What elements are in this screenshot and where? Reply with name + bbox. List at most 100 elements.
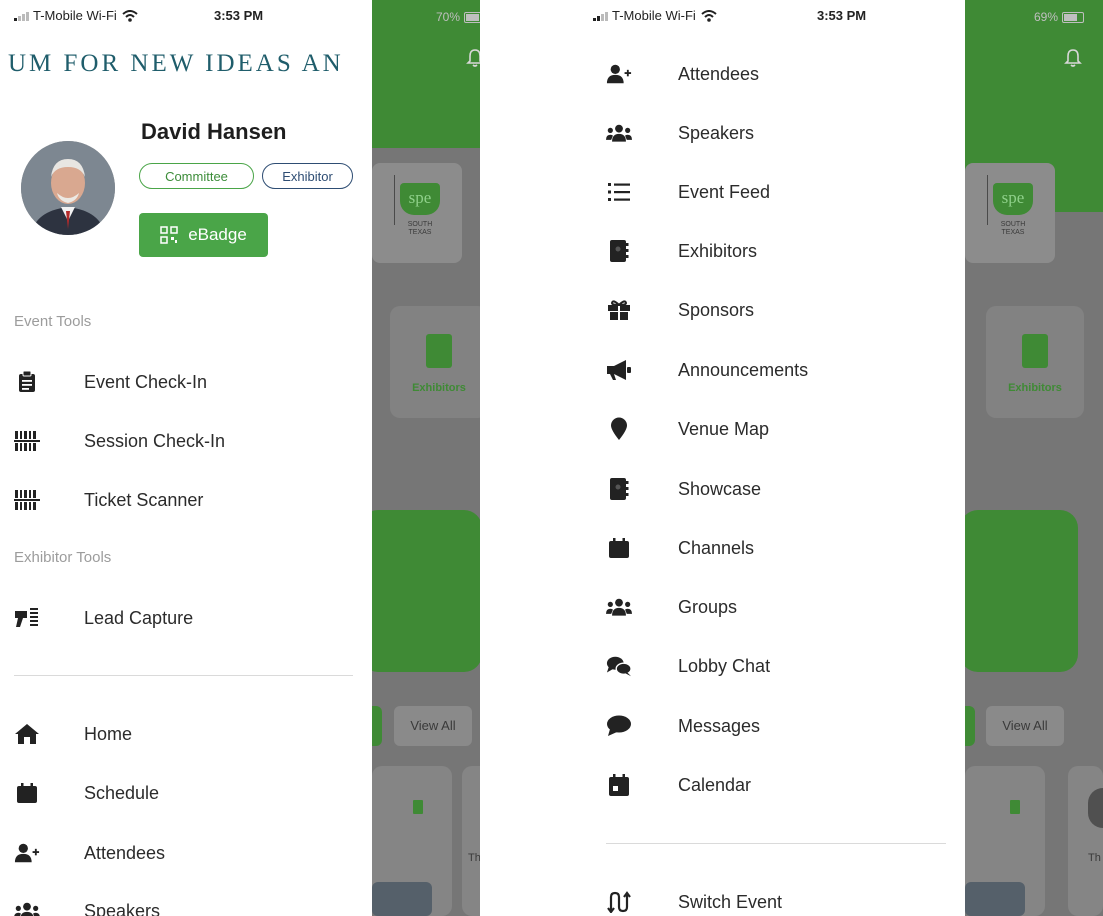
card-text: Th (468, 852, 480, 864)
users-icon (606, 594, 632, 620)
menu-item-venue-map[interactable]: Venue Map (606, 416, 769, 442)
ebadge-label: eBadge (188, 225, 247, 244)
qr-code-icon (160, 226, 178, 244)
side-drawer: T-Mobile Wi-Fi 3:53 PM Attendees Speaker… (588, 0, 965, 916)
menu-item-announcements[interactable]: Announcements (606, 357, 808, 383)
bell-icon[interactable] (1064, 48, 1082, 68)
menu-item-speakers[interactable]: Speakers (606, 120, 754, 146)
menu-item-sponsors[interactable]: Sponsors (606, 297, 754, 323)
menu-item-showcase[interactable]: Showcase (606, 476, 761, 502)
status-bar: T-Mobile Wi-Fi (593, 8, 717, 23)
content-card[interactable] (462, 766, 480, 916)
spe-logo-card: spe SOUTH TEXAS (965, 163, 1055, 263)
menu-item-schedule[interactable]: Schedule (14, 780, 159, 806)
photo-thumbnail (965, 882, 1025, 916)
menu-item-attendees[interactable]: Attendees (606, 61, 759, 87)
menu-item-label: Switch Event (678, 891, 783, 912)
home-icon (14, 721, 40, 747)
spe-logo-card: spe SOUTH TEXAS (372, 163, 462, 263)
menu-item-label: Showcase (678, 478, 762, 499)
side-drawer: T-Mobile Wi-Fi 3:53 PM UM FOR NEW IDEAS … (0, 0, 372, 916)
menu-item-label: Schedule (84, 782, 160, 803)
menu-item-event-feed[interactable]: Event Feed (606, 179, 770, 205)
avatar (1088, 788, 1103, 828)
menu-item-event-check-in[interactable]: Event Check-In (14, 369, 207, 395)
tab-pill[interactable] (965, 706, 975, 746)
user-plus-icon (14, 840, 40, 866)
menu-item-label: Exhibitors (678, 240, 758, 261)
tab-pill[interactable] (372, 706, 382, 746)
chat-bubbles-icon (606, 653, 632, 679)
featured-panel[interactable] (360, 510, 480, 672)
ebadge-button[interactable]: eBadge (139, 213, 268, 257)
menu-item-switch-event[interactable]: Switch Event (606, 889, 782, 915)
menu-item-groups[interactable]: Groups (606, 594, 737, 620)
menu-item-label: Sponsors (678, 299, 755, 320)
battery-status: 70% (436, 10, 480, 24)
menu-item-channels[interactable]: Channels (606, 535, 754, 561)
menu-item-label: Calendar (678, 774, 752, 795)
bell-icon[interactable] (466, 48, 480, 68)
user-plus-icon (606, 61, 632, 87)
logo-subtitle: SOUTH TEXAS (407, 221, 433, 236)
menu-item-messages[interactable]: Messages (606, 713, 760, 739)
menu-item-lobby-chat[interactable]: Lobby Chat (606, 653, 770, 679)
menu-item-label: Lead Capture (84, 607, 194, 628)
exhibitors-tile[interactable]: Exhibitors (986, 306, 1084, 418)
carrier-label: T-Mobile Wi-Fi (612, 8, 696, 23)
logo-subtitle: SOUTH TEXAS (1000, 221, 1026, 236)
menu-item-attendees[interactable]: Attendees (14, 840, 165, 866)
tile-label: Exhibitors (1008, 382, 1062, 394)
committee-badge: Committee (139, 163, 254, 189)
menu-item-label: Home (84, 723, 133, 744)
menu-item-calendar[interactable]: Calendar (606, 772, 751, 798)
menu-item-exhibitors[interactable]: Exhibitors (606, 238, 757, 264)
menu-item-session-check-in[interactable]: Session Check-In (14, 428, 225, 454)
chat-bubble-icon (606, 713, 632, 739)
trash-icon[interactable] (413, 800, 423, 814)
view-all-button[interactable]: View All (394, 706, 472, 746)
switch-arrows-icon (606, 889, 632, 915)
tile-label: Exhibitors (412, 382, 466, 394)
menu-item-label: Session Check-In (84, 430, 226, 451)
users-icon (606, 120, 632, 146)
menu-item-ticket-scanner[interactable]: Ticket Scanner (14, 487, 203, 513)
menu-divider (14, 675, 353, 676)
battery-percent: 70% (436, 10, 461, 24)
card-text: Th (1088, 852, 1101, 864)
menu-item-speakers[interactable]: Speakers (14, 898, 160, 916)
battery-status: 69% (1034, 10, 1085, 24)
menu-item-label: Speakers (84, 900, 161, 916)
menu-item-label: Event Feed (678, 181, 771, 202)
barcode-scanner-icon (14, 605, 40, 631)
event-banner-text: UM FOR NEW IDEAS AN (8, 50, 344, 77)
calendar-icon (14, 780, 40, 806)
menu-item-label: Groups (678, 596, 738, 617)
wifi-icon (122, 9, 138, 22)
profile-avatar[interactable] (21, 141, 115, 235)
menu-item-home[interactable]: Home (14, 721, 132, 747)
exhibitors-tile[interactable]: Exhibitors (390, 306, 480, 418)
calendar-icon (606, 535, 632, 561)
status-bar: T-Mobile Wi-Fi (14, 8, 138, 23)
trash-icon[interactable] (1010, 800, 1020, 814)
menu-item-label: Speakers (678, 122, 755, 143)
featured-panel[interactable] (960, 510, 1078, 672)
menu-item-label: Event Check-In (84, 371, 208, 392)
map-pin-icon (606, 416, 632, 442)
carrier-label: T-Mobile Wi-Fi (33, 8, 117, 23)
spe-logo: spe (993, 183, 1033, 215)
address-book-icon (1022, 334, 1048, 368)
battery-icon (464, 11, 480, 23)
view-all-button[interactable]: View All (986, 706, 1064, 746)
left-phone-screen: 70% spe SOUTH TEXAS Exhibitors View All … (0, 0, 480, 916)
menu-item-label: Channels (678, 537, 755, 558)
gift-icon (606, 297, 632, 323)
photo-thumbnail (372, 882, 432, 916)
clipboard-icon (14, 369, 40, 395)
right-phone-screen: 69% spe SOUTH TEXAS Exhibitors View All … (588, 0, 1103, 916)
users-icon (14, 898, 40, 916)
menu-item-lead-capture[interactable]: Lead Capture (14, 605, 193, 631)
menu-item-label: Attendees (84, 842, 166, 863)
address-book-icon (426, 334, 452, 368)
